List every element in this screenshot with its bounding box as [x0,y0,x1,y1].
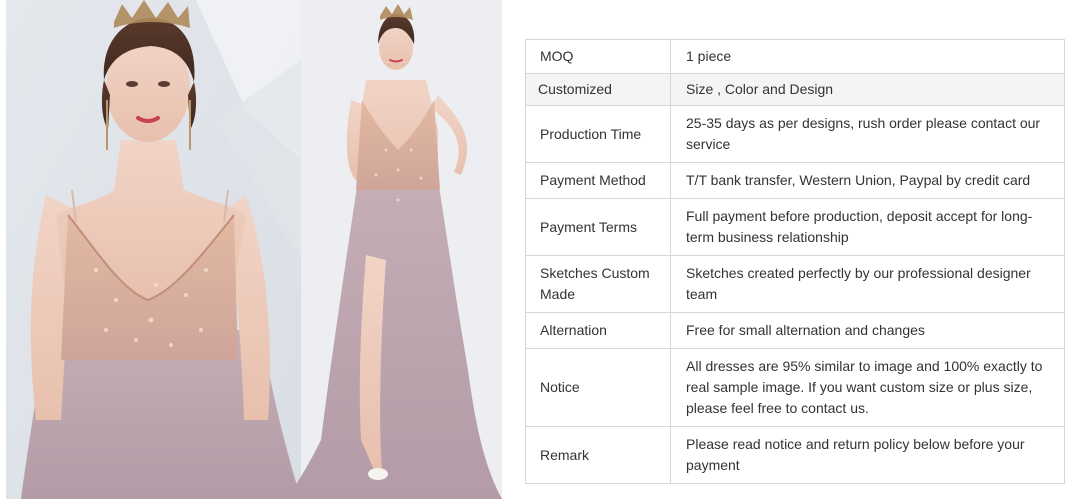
spec-table: MOQ 1 piece Customized Size , Color and … [525,39,1065,484]
spec-key: MOQ [525,39,671,74]
spec-key: Payment Method [525,162,671,199]
spec-key: Payment Terms [525,198,671,256]
product-photo-illustration [6,0,502,499]
shoe [368,468,388,480]
table-row: Payment Method T/T bank transfer, Wester… [525,162,1065,199]
spec-value: Please read notice and return policy bel… [670,426,1065,484]
table-row: MOQ 1 piece [525,39,1065,74]
spec-key: Customized [525,73,671,106]
product-detail-page: MOQ 1 piece Customized Size , Color and … [0,0,1072,499]
spec-key: Production Time [525,105,671,163]
spec-value: Size , Color and Design [670,73,1065,106]
spec-value: All dresses are 95% similar to image and… [670,348,1065,427]
spec-key: Sketches Custom Made [525,255,671,313]
table-row: Customized Size , Color and Design [525,73,1065,106]
table-row: Remark Please read notice and return pol… [525,426,1065,484]
table-row: Production Time 25-35 days as per design… [525,105,1065,163]
spec-key: Notice [525,348,671,427]
spec-key: Remark [525,426,671,484]
spec-value: Free for small alternation and changes [670,312,1065,349]
table-row: Alternation Free for small alternation a… [525,312,1065,349]
product-photo [6,0,502,499]
spec-value: Sketches created perfectly by our profes… [670,255,1065,313]
table-row: Payment Terms Full payment before produc… [525,198,1065,256]
spec-value: Full payment before production, deposit … [670,198,1065,256]
table-row: Notice All dresses are 95% similar to im… [525,348,1065,427]
spec-key: Alternation [525,312,671,349]
spec-value: 25-35 days as per designs, rush order pl… [670,105,1065,163]
spec-value: 1 piece [670,39,1065,74]
spec-value: T/T bank transfer, Western Union, Paypal… [670,162,1065,199]
table-row: Sketches Custom Made Sketches created pe… [525,255,1065,313]
